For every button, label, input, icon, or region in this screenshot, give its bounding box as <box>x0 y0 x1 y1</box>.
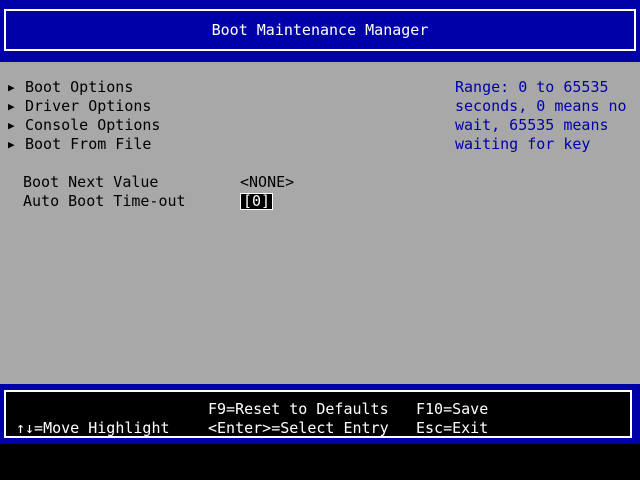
right-triangle-icon: ▶ <box>8 81 15 94</box>
bios-screen: Boot Maintenance Manager ▶ Boot Options … <box>0 0 640 480</box>
help-line: waiting for key <box>455 135 591 153</box>
right-triangle-icon: ▶ <box>8 138 15 151</box>
reset-defaults-hint: F9=Reset to Defaults <box>208 400 389 418</box>
page-title: Boot Maintenance Manager <box>4 9 636 51</box>
key-legend: ↑↓=Move Highlight F9=Reset to Defaults <… <box>4 390 632 438</box>
settings-fields: Boot Next Value <NONE> Auto Boot Time-ou… <box>23 173 323 211</box>
boot-next-label: Boot Next Value <box>23 173 159 191</box>
help-panel: Range: 0 to 65535 seconds, 0 means no wa… <box>455 78 635 154</box>
help-line: wait, 65535 means <box>455 116 609 134</box>
move-highlight-hint: ↑↓=Move Highlight <box>16 419 170 437</box>
help-line: seconds, 0 means no <box>455 97 627 115</box>
right-triangle-icon: ▶ <box>8 119 15 132</box>
menu-item-console-options[interactable]: ▶ Console Options <box>6 116 160 135</box>
auto-boot-timeout-field[interactable]: [0] <box>240 193 274 210</box>
boot-next-row[interactable]: Boot Next Value <NONE> <box>23 173 323 192</box>
menu-item-driver-options[interactable]: ▶ Driver Options <box>6 97 160 116</box>
menu-item-label: Driver Options <box>25 97 152 115</box>
header-band: Boot Maintenance Manager <box>0 0 640 62</box>
bottom-strip <box>0 444 640 480</box>
menu-item-label: Boot Options <box>25 78 134 96</box>
menu-item-label: Boot From File <box>25 135 152 153</box>
right-triangle-icon: ▶ <box>8 100 15 113</box>
auto-boot-row[interactable]: Auto Boot Time-out [0] <box>23 192 323 211</box>
menu-item-boot-from-file[interactable]: ▶ Boot From File <box>6 135 160 154</box>
exit-hint: Esc=Exit <box>416 419 489 437</box>
menu-item-boot-options[interactable]: ▶ Boot Options <box>6 78 160 97</box>
auto-boot-label: Auto Boot Time-out <box>23 192 186 210</box>
save-hint: F10=Save <box>416 400 489 418</box>
select-entry-hint: <Enter>=Select Entry <box>208 419 389 437</box>
menu-item-label: Console Options <box>25 116 161 134</box>
help-line: Range: 0 to 65535 <box>455 78 609 96</box>
menu-list: ▶ Boot Options ▶ Driver Options ▶ Consol… <box>6 78 160 154</box>
footer-band: ↑↓=Move Highlight F9=Reset to Defaults <… <box>0 384 640 444</box>
boot-next-value[interactable]: <NONE> <box>240 173 294 192</box>
